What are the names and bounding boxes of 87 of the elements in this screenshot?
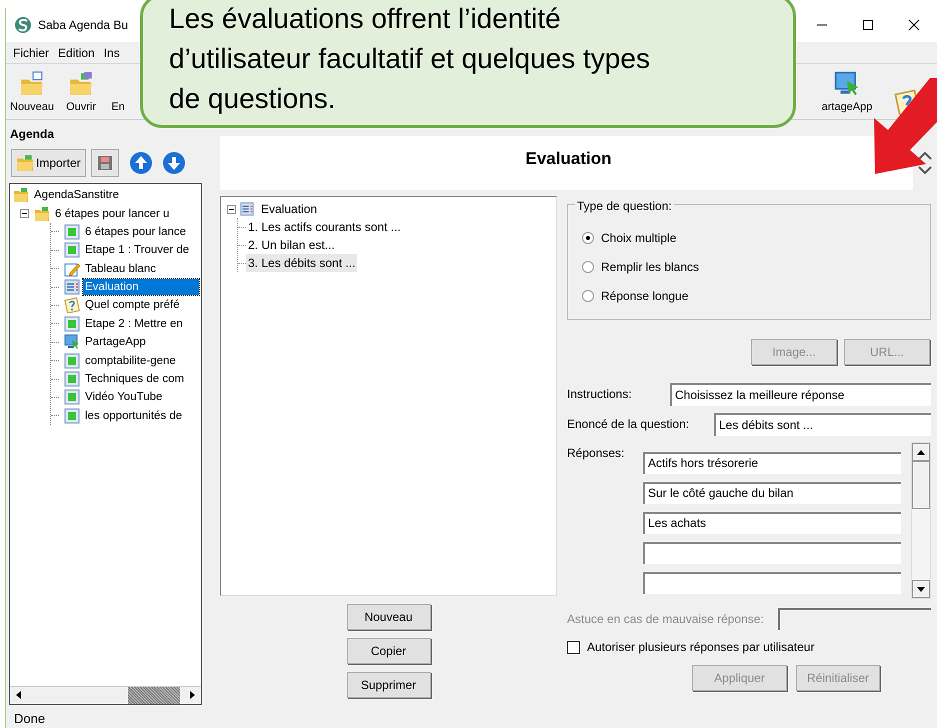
collapse-icon[interactable] — [20, 209, 29, 218]
folder-icon[interactable] — [34, 206, 50, 222]
menu-item[interactable]: Edition — [58, 44, 95, 62]
slide-icon[interactable] — [64, 408, 80, 424]
checkbox-label[interactable]: Autoriser plusieurs réponses par utilisateur — [587, 638, 814, 656]
button[interactable]: Supprimer — [346, 672, 430, 698]
list-icon[interactable] — [64, 279, 80, 296]
tree-item[interactable]: Etape 1 : Trouver de — [83, 242, 192, 258]
status-text: Done — [14, 710, 46, 728]
pencil-icon[interactable] — [64, 260, 80, 277]
question-item[interactable]: 2. Un bilan est... — [246, 236, 337, 254]
radio-label[interactable]: Choix multiple — [601, 229, 676, 247]
import-button[interactable]: Importer — [11, 148, 86, 177]
toolbar-label[interactable]: Ouvrir — [66, 98, 96, 115]
toolbar-label[interactable]: En — [111, 98, 125, 115]
horizontal-scrollbar[interactable] — [10, 686, 201, 704]
section-title: Evaluation — [526, 148, 612, 168]
input-field[interactable]: Actifs hors trésorerie — [643, 452, 901, 474]
menu-item[interactable]: Ins — [104, 44, 120, 62]
callout-text: d’utilisateur facultatif et quelques types — [169, 42, 651, 76]
scroll-down-icon[interactable] — [912, 580, 930, 598]
checkbox[interactable] — [567, 640, 580, 654]
tree-item[interactable]: PartageApp — [83, 334, 148, 350]
tree-item[interactable]: comptabilite-gene — [83, 352, 178, 369]
button: Réinitialiser — [796, 665, 880, 691]
button[interactable]: Copier — [346, 638, 430, 664]
field-label: Réponses: — [567, 445, 626, 462]
tree-item[interactable]: Vidéo YouTube — [83, 389, 164, 406]
folder-icon[interactable] — [19, 70, 46, 96]
tree-item[interactable]: Tableau blanc — [83, 260, 158, 277]
button: URL... — [844, 339, 930, 365]
callout-text: de questions. — [169, 82, 337, 116]
callout-text: Les évaluations offrent l’identité — [169, 2, 562, 36]
monitor-icon[interactable] — [64, 334, 80, 350]
monitor-icon[interactable] — [834, 70, 860, 96]
scroll-up-icon[interactable] — [912, 443, 930, 461]
scroll-thumb[interactable] — [128, 686, 180, 704]
input-field[interactable]: Les débits sont ... — [714, 412, 931, 436]
vertical-scrollbar[interactable] — [911, 442, 931, 599]
tree-item[interactable]: AgendaSanstitre — [32, 187, 122, 204]
toolbar-label[interactable]: artageApp — [822, 98, 872, 115]
chevron-up-icon[interactable] — [918, 151, 932, 160]
button[interactable]: Nouveau — [346, 604, 430, 630]
question-item[interactable]: 3. Les débits sont ... — [246, 254, 358, 272]
slide-icon[interactable] — [64, 389, 80, 406]
tree-item[interactable]: Techniques de com — [83, 371, 186, 388]
slide-icon[interactable] — [64, 371, 80, 388]
radio-button[interactable] — [582, 261, 594, 273]
tree-item[interactable]: Evaluation — [261, 200, 318, 218]
field-label: Instructions: — [567, 386, 633, 403]
tree-item[interactable]: Quel compte préfé — [83, 297, 182, 314]
field-label: Astuce en cas de mauvaise réponse: — [567, 611, 765, 628]
panel-title: Agenda — [10, 126, 56, 143]
radio-button[interactable] — [582, 290, 594, 302]
collapse-icon[interactable] — [227, 204, 236, 214]
menu-item[interactable]: Fichier — [13, 44, 50, 62]
tree-item[interactable]: Etape 2 : Mettre en — [83, 316, 185, 332]
question-item[interactable]: 1. Les actifs courants sont ... — [246, 218, 403, 236]
input-field[interactable] — [643, 542, 901, 564]
folder-icon[interactable] — [13, 187, 29, 204]
slide-icon[interactable] — [64, 352, 80, 369]
app-logo-icon — [14, 16, 32, 34]
tree-item[interactable]: 6 étapes pour lancer u — [53, 206, 172, 222]
tree-item[interactable]: les opportunités de — [83, 408, 184, 424]
input-field[interactable] — [643, 572, 901, 594]
button: Image... — [751, 339, 837, 365]
slide-icon[interactable] — [64, 242, 80, 258]
button: Appliquer — [692, 665, 787, 691]
save-button[interactable] — [90, 148, 119, 177]
radio-label[interactable]: Remplir les blancs — [601, 258, 700, 276]
input-field[interactable]: Les achats — [643, 512, 901, 534]
radio-button[interactable] — [582, 232, 594, 244]
input-field[interactable]: Choisissez la meilleure réponse — [670, 382, 931, 406]
scroll-thumb[interactable] — [912, 461, 930, 509]
chevron-down-icon[interactable] — [918, 166, 932, 175]
tree-item[interactable]: 6 étapes pour lance — [83, 224, 188, 240]
tree-item[interactable]: Evaluation — [83, 279, 199, 296]
window-title: Saba Agenda Bu — [38, 17, 128, 34]
input-field[interactable]: Sur le côté gauche du bilan — [643, 482, 901, 504]
list-icon[interactable] — [240, 202, 254, 216]
clipboard-icon[interactable] — [64, 297, 80, 314]
radio-label[interactable]: Réponse longue — [601, 287, 688, 305]
field-label: Enoncé de la question: — [567, 416, 690, 433]
folder-icon[interactable] — [68, 70, 94, 96]
toolbar-label[interactable]: Nouveau — [10, 98, 54, 115]
slide-icon[interactable] — [64, 316, 80, 332]
slide-icon[interactable] — [64, 224, 80, 240]
